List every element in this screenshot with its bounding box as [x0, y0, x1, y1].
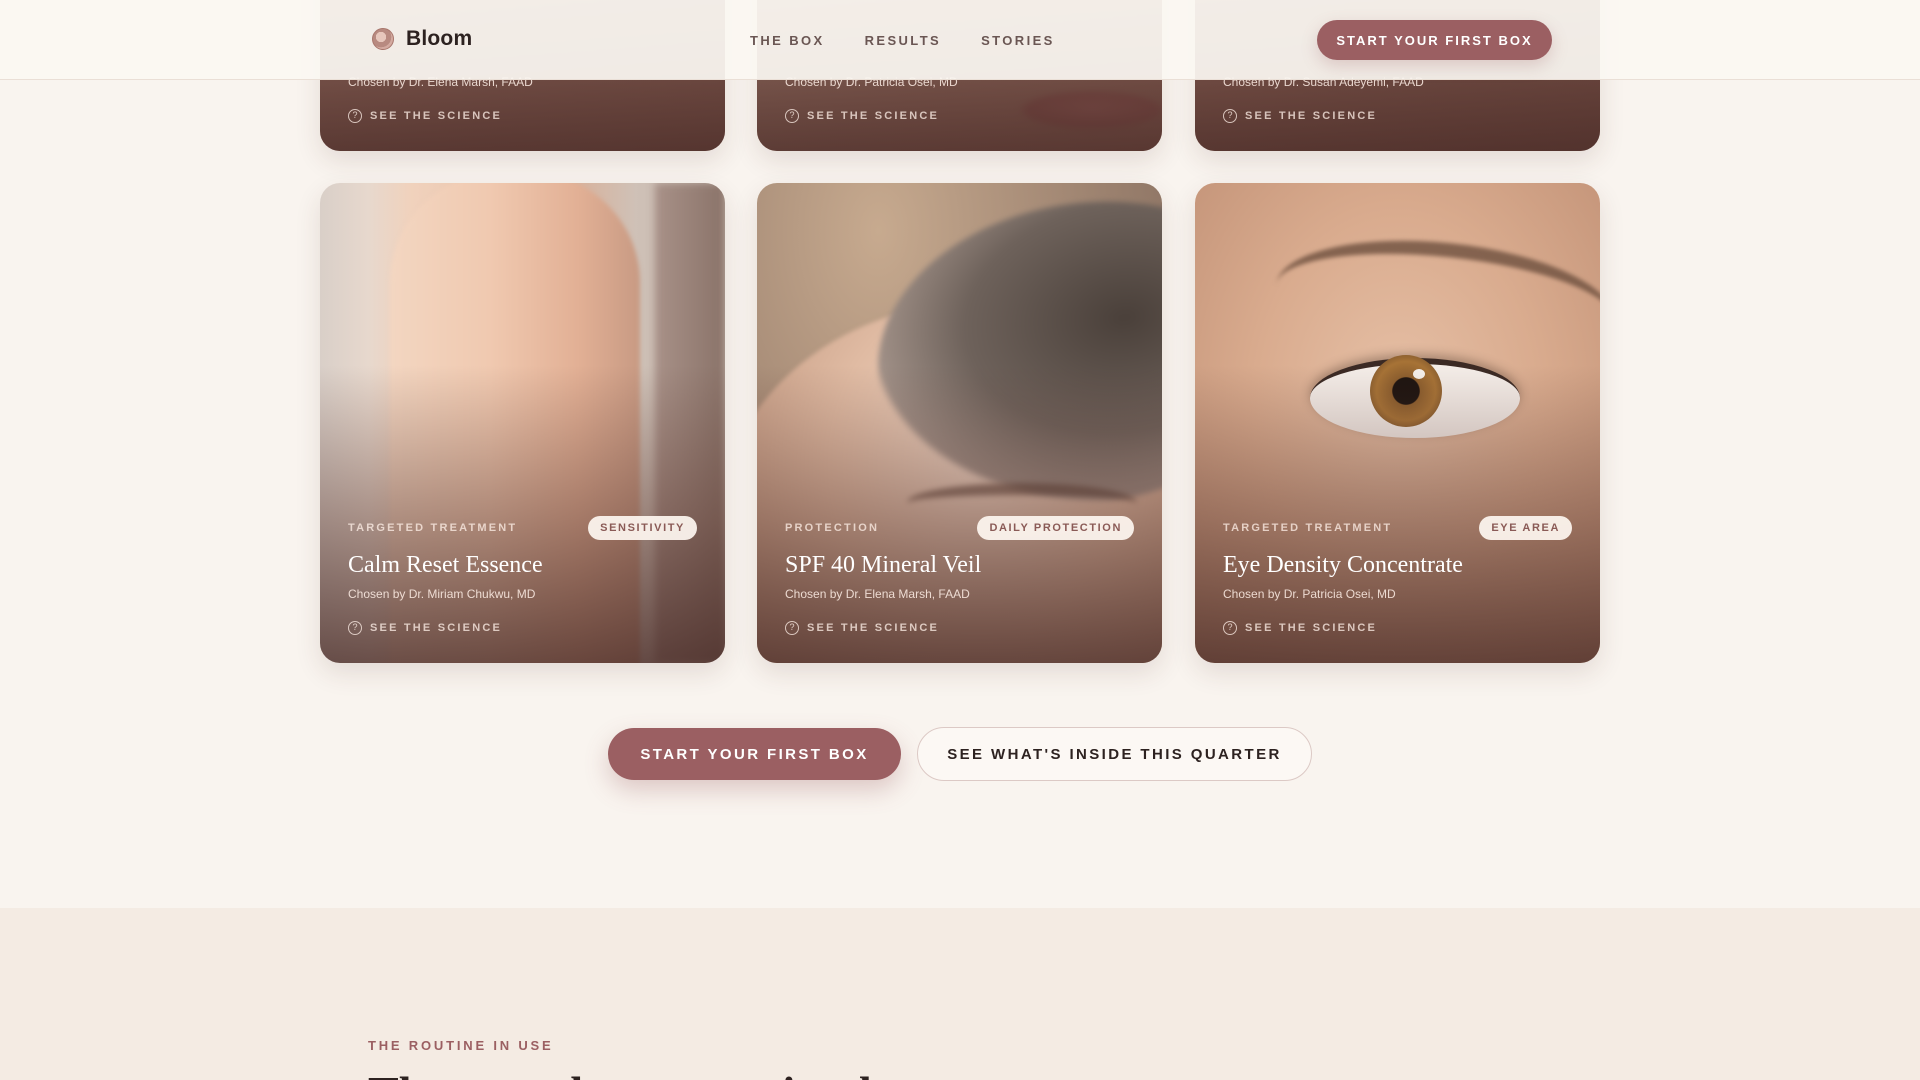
question-circle-icon: ? — [785, 621, 799, 635]
see-science-label: SEE THE SCIENCE — [370, 622, 503, 634]
card-meta: PROTECTION DAILY PROTECTION — [785, 516, 1134, 540]
start-first-box-button[interactable]: START YOUR FIRST BOX — [608, 728, 901, 780]
see-inside-quarter-button[interactable]: SEE WHAT'S INSIDE THIS QUARTER — [917, 727, 1312, 781]
card-category: PROTECTION — [785, 522, 880, 534]
see-science-link[interactable]: ? SEE THE SCIENCE — [1223, 109, 1572, 123]
see-science-link[interactable]: ? SEE THE SCIENCE — [348, 621, 697, 635]
card-body: Chosen by Dr. Susan Adeyemi, FAAD ? SEE … — [1223, 75, 1572, 123]
product-card-spf-veil[interactable]: PROTECTION DAILY PROTECTION SPF 40 Miner… — [757, 183, 1162, 663]
brand[interactable]: Bloom — [372, 27, 472, 51]
card-meta: TARGETED TREATMENT SENSITIVITY — [348, 516, 697, 540]
section-eyebrow: THE ROUTINE IN USE — [368, 1038, 554, 1053]
brand-name: Bloom — [406, 27, 473, 50]
see-science-label: SEE THE SCIENCE — [1245, 622, 1378, 634]
card-tag-badge: DAILY PROTECTION — [977, 516, 1134, 540]
see-science-label: SEE THE SCIENCE — [807, 622, 940, 634]
product-card-calm-reset[interactable]: TARGETED TREATMENT SENSITIVITY Calm Rese… — [320, 183, 725, 663]
card-tag-badge: EYE AREA — [1479, 516, 1572, 540]
see-science-link[interactable]: ? SEE THE SCIENCE — [785, 109, 1134, 123]
card-body: Chosen by Dr. Elena Marsh, FAAD ? SEE TH… — [348, 75, 697, 123]
routine-section: THE ROUTINE IN USE Three weeks, a new ri… — [0, 908, 1920, 1080]
card-chosen-by: Chosen by Dr. Patricia Osei, MD — [1223, 587, 1396, 601]
card-meta: TARGETED TREATMENT EYE AREA — [1223, 516, 1572, 540]
see-science-label: SEE THE SCIENCE — [807, 110, 940, 122]
question-circle-icon: ? — [348, 109, 362, 123]
see-science-label: SEE THE SCIENCE — [370, 110, 503, 122]
question-circle-icon: ? — [1223, 621, 1237, 635]
card-title: SPF 40 Mineral Veil — [785, 552, 982, 578]
header-start-box-button[interactable]: START YOUR FIRST BOX — [1317, 20, 1552, 60]
card-body: TARGETED TREATMENT EYE AREA Eye Density … — [1223, 516, 1572, 635]
card-category: TARGETED TREATMENT — [1223, 522, 1393, 534]
card-title: Eye Density Concentrate — [1223, 552, 1463, 578]
nav-the-box[interactable]: THE BOX — [750, 33, 825, 48]
card-tag-badge: SENSITIVITY — [588, 516, 697, 540]
question-circle-icon: ? — [348, 621, 362, 635]
bloom-logo-icon — [372, 28, 394, 50]
see-science-label: SEE THE SCIENCE — [1245, 110, 1378, 122]
nav-stories[interactable]: STORIES — [981, 33, 1055, 48]
nav-results[interactable]: RESULTS — [865, 33, 942, 48]
card-body: PROTECTION DAILY PROTECTION SPF 40 Miner… — [785, 516, 1134, 635]
question-circle-icon: ? — [1223, 109, 1237, 123]
see-science-link[interactable]: ? SEE THE SCIENCE — [785, 621, 1134, 635]
card-chosen-by: Chosen by Dr. Miriam Chukwu, MD — [348, 587, 536, 601]
main-nav: THE BOX RESULTS STORIES — [750, 33, 1055, 48]
card-title: Calm Reset Essence — [348, 552, 543, 578]
see-science-link[interactable]: ? SEE THE SCIENCE — [1223, 621, 1572, 635]
card-body: TARGETED TREATMENT SENSITIVITY Calm Rese… — [348, 516, 697, 635]
card-chosen-by: Chosen by Dr. Elena Marsh, FAAD — [785, 587, 970, 601]
question-circle-icon: ? — [785, 109, 799, 123]
card-body: Chosen by Dr. Patricia Osei, MD ? SEE TH… — [785, 75, 1134, 123]
card-category: TARGETED TREATMENT — [348, 522, 518, 534]
product-card-eye-density[interactable]: TARGETED TREATMENT EYE AREA Eye Density … — [1195, 183, 1600, 663]
section-heading: Three weeks, a new ritual — [368, 1066, 872, 1080]
see-science-link[interactable]: ? SEE THE SCIENCE — [348, 109, 697, 123]
site-header: Bloom THE BOX RESULTS STORIES START YOUR… — [0, 0, 1920, 80]
